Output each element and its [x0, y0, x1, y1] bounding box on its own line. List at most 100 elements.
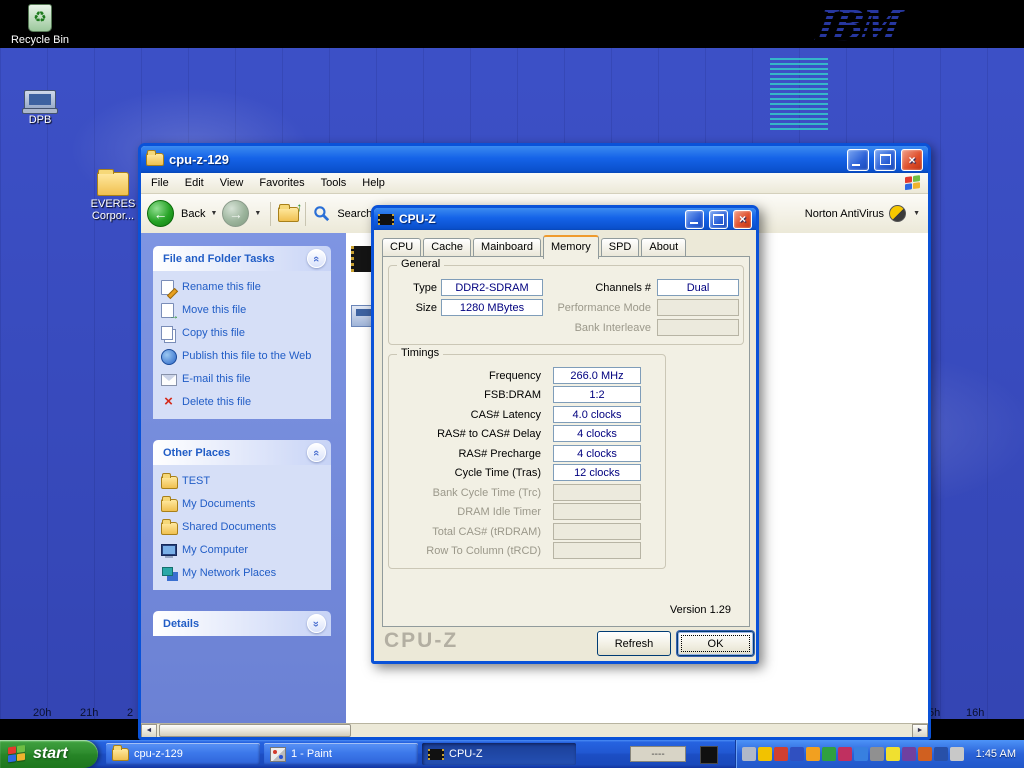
- menu-edit[interactable]: Edit: [177, 173, 212, 193]
- delete-icon: [161, 395, 176, 410]
- minimize-button[interactable]: [847, 149, 869, 171]
- tray-icon[interactable]: [870, 747, 884, 761]
- taskbar-app-icon[interactable]: [700, 746, 718, 764]
- taskbar-task-paint[interactable]: 1 - Paint: [264, 743, 418, 765]
- windows-flag-icon: [8, 744, 27, 764]
- minimize-button[interactable]: [685, 210, 704, 229]
- channels-value: Dual: [657, 279, 739, 296]
- cpuz-tab-strip: CPU Cache Mainboard Memory SPD About: [382, 238, 688, 257]
- search-button-label[interactable]: Search: [337, 208, 372, 220]
- row-to-column-value: [553, 542, 641, 559]
- shared-folder-icon: [161, 520, 176, 535]
- task-move-this-file[interactable]: Move this file: [161, 303, 323, 318]
- tab-spd[interactable]: SPD: [601, 238, 640, 256]
- taskbar-overflow-button[interactable]: ----: [630, 746, 686, 762]
- start-button[interactable]: start: [0, 740, 98, 768]
- ras-to-cas-value: 4 clocks: [553, 425, 641, 442]
- bank-cycle-time-label: Bank Cycle Time (Trc): [389, 487, 541, 500]
- norton-antivirus-control[interactable]: Norton AntiVirus ▼: [805, 205, 922, 222]
- desktop-icon-everes[interactable]: EVERES Corpor...: [82, 172, 144, 222]
- ras-precharge-label: RAS# Precharge: [389, 448, 541, 461]
- tray-icon[interactable]: [886, 747, 900, 761]
- menu-help[interactable]: Help: [354, 173, 393, 193]
- forward-button[interactable]: →: [222, 200, 249, 227]
- tray-icon-group: [742, 747, 964, 761]
- menu-tools[interactable]: Tools: [313, 173, 355, 193]
- place-shared-documents[interactable]: Shared Documents: [161, 520, 323, 535]
- tray-icon[interactable]: [774, 747, 788, 761]
- collapse-chevron-icon[interactable]: «: [307, 249, 326, 268]
- tray-icon[interactable]: [950, 747, 964, 761]
- details-header[interactable]: Details «: [153, 611, 331, 636]
- back-dropdown-icon[interactable]: ▼: [210, 210, 217, 217]
- other-places-header[interactable]: Other Places «: [153, 440, 331, 465]
- back-button-label[interactable]: Back: [181, 208, 205, 220]
- back-button[interactable]: ←: [147, 200, 174, 227]
- place-label: My Documents: [182, 498, 255, 511]
- computer-icon: [161, 543, 176, 558]
- tab-cpu[interactable]: CPU: [382, 238, 421, 256]
- tray-icon[interactable]: [902, 747, 916, 761]
- row-to-column-label: Row To Column (tRCD): [389, 545, 541, 558]
- cpu-chip-icon: [428, 749, 444, 760]
- collapse-chevron-icon[interactable]: «: [307, 443, 326, 462]
- scrollbar-thumb[interactable]: [159, 724, 351, 737]
- network-icon: [161, 566, 176, 581]
- tab-memory[interactable]: Memory: [543, 235, 599, 259]
- task-email-this-file[interactable]: E-mail this file: [161, 372, 323, 387]
- performance-mode-label: Performance Mode: [529, 302, 651, 315]
- wallpaper-lines-decor: [770, 58, 828, 130]
- place-my-network-places[interactable]: My Network Places: [161, 566, 323, 581]
- tray-icon[interactable]: [934, 747, 948, 761]
- search-icon[interactable]: [313, 205, 330, 222]
- norton-dropdown-icon[interactable]: ▼: [913, 210, 920, 217]
- place-my-documents[interactable]: My Documents: [161, 497, 323, 512]
- taskbar-task-cpuz[interactable]: CPU-Z: [422, 743, 576, 765]
- tray-icon[interactable]: [822, 747, 836, 761]
- task-rename-this-file[interactable]: Rename this file: [161, 280, 323, 295]
- menu-view[interactable]: View: [212, 173, 252, 193]
- refresh-button[interactable]: Refresh: [597, 631, 671, 656]
- tab-cache[interactable]: Cache: [423, 238, 471, 256]
- menu-favorites[interactable]: Favorites: [251, 173, 312, 193]
- menu-file[interactable]: File: [143, 173, 177, 193]
- cpuz-title-bar[interactable]: CPU-Z ×: [374, 208, 756, 230]
- explorer-title-bar[interactable]: cpu-z-129 ×: [141, 146, 928, 173]
- tray-icon[interactable]: [758, 747, 772, 761]
- desktop-icon-dpb[interactable]: DPB: [8, 90, 72, 126]
- tray-icon[interactable]: [838, 747, 852, 761]
- ok-button[interactable]: OK: [677, 631, 754, 656]
- place-my-computer[interactable]: My Computer: [161, 543, 323, 558]
- scroll-left-arrow[interactable]: ◄: [141, 724, 157, 738]
- place-test[interactable]: TEST: [161, 474, 323, 489]
- scroll-right-arrow[interactable]: ►: [912, 724, 928, 738]
- tray-icon[interactable]: [918, 747, 932, 761]
- desktop-icon-recycle-bin[interactable]: ♻ Recycle Bin: [8, 4, 72, 46]
- memory-tab-page: General Type DDR2-SDRAM Size 1280 MBytes…: [382, 256, 750, 627]
- tab-about[interactable]: About: [641, 238, 686, 256]
- taskbar: start cpu-z-129 1 - Paint CPU-Z ---- 1:4…: [0, 740, 1024, 768]
- tray-icon[interactable]: [790, 747, 804, 761]
- close-button[interactable]: ×: [901, 149, 923, 171]
- task-label: CPU-Z: [449, 748, 483, 760]
- tab-mainboard[interactable]: Mainboard: [473, 238, 541, 256]
- bank-cycle-time-value: [553, 484, 641, 501]
- maximize-button[interactable]: [709, 210, 728, 229]
- maximize-button[interactable]: [874, 149, 896, 171]
- tray-icon[interactable]: [806, 747, 820, 761]
- taskbar-task-cpu-z-129[interactable]: cpu-z-129: [106, 743, 260, 765]
- timings-group-title: Timings: [397, 347, 443, 359]
- task-publish-to-web[interactable]: Publish this file to the Web: [161, 349, 323, 364]
- forward-dropdown-icon[interactable]: ▼: [254, 210, 261, 217]
- timezone-label: 16h: [966, 707, 984, 719]
- tray-icon[interactable]: [742, 747, 756, 761]
- expand-chevron-icon[interactable]: «: [307, 614, 326, 633]
- tray-icon[interactable]: [854, 747, 868, 761]
- close-button[interactable]: ×: [733, 210, 752, 229]
- file-tasks-header[interactable]: File and Folder Tasks «: [153, 246, 331, 271]
- task-copy-this-file[interactable]: Copy this file: [161, 326, 323, 341]
- folder-icon: [112, 748, 129, 761]
- task-delete-this-file[interactable]: Delete this file: [161, 395, 323, 410]
- up-button[interactable]: [278, 207, 298, 221]
- horizontal-scrollbar[interactable]: ◄ ►: [141, 723, 928, 737]
